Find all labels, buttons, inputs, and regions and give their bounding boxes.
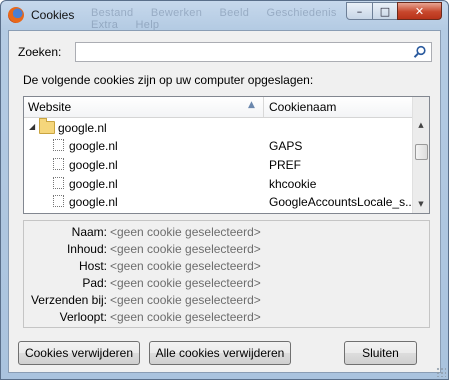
cookie-details: Naam: <geen cookie geselecteerd> Inhoud:… [23, 220, 430, 328]
cookie-icon [53, 158, 64, 170]
row-site: google.nl [69, 139, 118, 153]
scroll-thumb[interactable] [415, 144, 428, 160]
tree-row[interactable]: google.nl khcookie [24, 175, 414, 193]
detail-value: <geen cookie geselecteerd> [110, 310, 261, 324]
detail-value: <geen cookie geselecteerd> [110, 259, 261, 273]
detail-value: <geen cookie geselecteerd> [110, 293, 261, 307]
row-cookie-name: khcookie [269, 177, 317, 191]
search-label: Zoeken: [18, 45, 62, 59]
detail-value: <geen cookie geselecteerd> [110, 225, 261, 239]
search-icon[interactable] [413, 45, 427, 59]
detail-label: Host: [78, 259, 107, 273]
row-cookie-name: GoogleAccountsLocale_s... [269, 195, 416, 209]
remove-cookies-button[interactable]: Cookies verwijderen [18, 341, 140, 365]
detail-label: Naam: [71, 225, 107, 239]
detail-label: Inhoud: [66, 242, 107, 256]
cookie-icon [53, 195, 64, 207]
column-website[interactable]: Website [28, 100, 71, 114]
tree-row[interactable]: google.nl GAPS [24, 137, 414, 155]
column-divider[interactable] [263, 97, 264, 117]
maximize-button[interactable]: □ [372, 2, 398, 20]
detail-value: <geen cookie geselecteerd> [110, 242, 261, 256]
expand-icon[interactable]: ◢ [29, 122, 35, 131]
detail-label: Verloopt: [59, 310, 107, 324]
cookie-tree[interactable]: Website ▲ Cookienaam ◢ google.nl google.… [23, 96, 430, 214]
column-cookie-name[interactable]: Cookienaam [269, 100, 336, 114]
row-cookie-name: GAPS [269, 139, 303, 153]
scroll-down-icon[interactable]: ▼ [413, 196, 429, 212]
scroll-up-icon[interactable]: ▲ [413, 117, 429, 133]
row-site: google.nl [69, 177, 118, 191]
detail-name: Naam: <geen cookie geselecteerd> [24, 225, 429, 242]
detail-label: Pad: [82, 276, 107, 290]
tree-header: Website ▲ Cookienaam [24, 97, 414, 118]
search-input[interactable] [75, 42, 432, 62]
minimize-button[interactable]: – [346, 2, 373, 20]
resize-grip[interactable] [436, 367, 446, 377]
tree-scrollbar[interactable]: ▲ ▼ [412, 97, 429, 213]
window-title: Cookies [31, 8, 75, 22]
folder-icon [39, 118, 55, 134]
close-window-button[interactable]: ✕ [397, 2, 442, 20]
cookies-dialog: Cookies Bestand Bewerken Beeld Geschiede… [0, 0, 449, 380]
firefox-icon [8, 7, 24, 23]
close-button[interactable]: Sluiten [344, 341, 417, 365]
dialog-body: Zoeken: De volgende cookies zijn op uw c… [8, 30, 441, 373]
row-site: google.nl [69, 195, 118, 209]
cookie-icon [53, 139, 64, 151]
intro-text: De volgende cookies zijn op uw computer … [23, 73, 314, 87]
detail-value: <geen cookie geselecteerd> [110, 276, 261, 290]
detail-label: Verzenden bij: [30, 293, 107, 307]
detail-path: Pad: <geen cookie geselecteerd> [24, 276, 429, 293]
cookie-icon [53, 177, 64, 189]
detail-content: Inhoud: <geen cookie geselecteerd> [24, 242, 429, 259]
detail-expires: Verloopt: <geen cookie geselecteerd> [24, 310, 429, 327]
detail-host: Host: <geen cookie geselecteerd> [24, 259, 429, 276]
row-site: google.nl [69, 158, 118, 172]
title-bar[interactable]: Cookies Bestand Bewerken Beeld Geschiede… [1, 1, 448, 31]
remove-all-cookies-button[interactable]: Alle cookies verwijderen [149, 341, 291, 365]
sort-ascending-icon: ▲ [248, 100, 255, 110]
tree-row[interactable]: google.nl GoogleAccountsLocale_s... [24, 193, 416, 211]
row-site: google.nl [58, 121, 107, 135]
row-cookie-name: PREF [269, 158, 302, 172]
detail-send-for: Verzenden bij: <geen cookie geselecteerd… [24, 293, 429, 310]
tree-row[interactable]: google.nl PREF [24, 156, 414, 174]
tree-row-folder[interactable]: ◢ google.nl [24, 118, 414, 137]
